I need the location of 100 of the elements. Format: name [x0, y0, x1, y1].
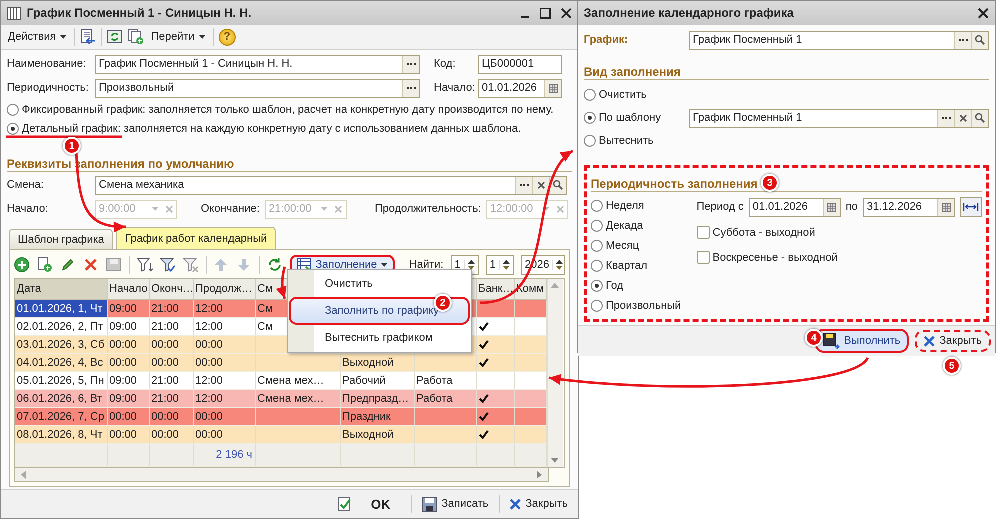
- radio-button[interactable]: По шаблону: [584, 108, 689, 128]
- calendar-button[interactable]: [822, 198, 840, 216]
- radio-button[interactable]: Детальный график: заполняется на каждую конкретную дату с использованием данных шаблона.: [7, 119, 572, 138]
- search-icon: [975, 35, 985, 45]
- floppy-run-icon: [823, 333, 840, 349]
- dots-icon: [958, 38, 968, 42]
- filter-clear-icon[interactable]: [182, 257, 199, 273]
- down-icon: [468, 266, 475, 270]
- radio-button[interactable]: Год: [591, 276, 691, 295]
- period-field[interactable]: Произвольный: [95, 78, 420, 98]
- choose-button[interactable]: [954, 32, 971, 48]
- up-icon: [556, 260, 564, 264]
- refresh-icon[interactable]: [266, 257, 283, 273]
- table-icon: [296, 258, 312, 272]
- help-button[interactable]: ?: [218, 28, 236, 46]
- clear-icon: [960, 114, 966, 122]
- close-button[interactable]: Закрыть: [506, 496, 572, 512]
- column-header[interactable]: Дата: [15, 279, 107, 300]
- copy-add-icon[interactable]: [128, 29, 144, 45]
- caret-icon: [60, 35, 68, 39]
- schedule-field[interactable]: График Посменный 1: [689, 30, 989, 50]
- filter-check-icon[interactable]: [160, 257, 176, 273]
- choose-button[interactable]: [515, 176, 532, 194]
- checkbox[interactable]: Воскресенье - выходной: [696, 248, 982, 267]
- section-heading: Периодичность заполнения: [591, 177, 758, 191]
- radio-button[interactable]: Месяц: [591, 236, 691, 255]
- radio-button[interactable]: Фиксированный график: заполняется только шаблон, расчет на конкретную дату производится по нему.: [7, 100, 572, 119]
- left-icon: [21, 470, 26, 478]
- menu-item[interactable]: Очистить: [289, 273, 470, 295]
- radio-button[interactable]: Очистить: [584, 86, 689, 104]
- radio-button[interactable]: Произвольный: [591, 296, 691, 315]
- calendar-button[interactable]: [544, 80, 561, 96]
- filter-icon[interactable]: [136, 257, 153, 273]
- window-title: Заполнение календарного графика: [584, 6, 795, 20]
- field-label: Начало:: [434, 82, 476, 94]
- clear-icon: [166, 206, 172, 212]
- date-field[interactable]: 01.01.2026: [478, 78, 562, 98]
- pencil-icon[interactable]: [60, 257, 76, 273]
- total-cell: 2 196 ч: [193, 444, 255, 466]
- tab[interactable]: График работ календарный: [116, 227, 276, 249]
- close-icon[interactable]: [561, 8, 572, 18]
- dots-icon: [406, 62, 416, 66]
- checkbox[interactable]: Суббота - выходной: [696, 223, 982, 242]
- close-icon[interactable]: [978, 8, 989, 18]
- up-icon: [551, 283, 559, 288]
- actions-menu[interactable]: Действия: [6, 29, 70, 45]
- add-icon[interactable]: [14, 257, 30, 273]
- clear-icon: [335, 206, 342, 212]
- clear-button[interactable]: [954, 110, 971, 126]
- date-field[interactable]: 31.12.2026: [863, 198, 955, 216]
- goto-menu[interactable]: Перейти: [149, 29, 208, 45]
- template-field[interactable]: График Посменный 1: [689, 108, 989, 128]
- column-header[interactable]: Банк…: [476, 279, 514, 300]
- search-button[interactable]: [971, 32, 988, 48]
- dropdown-icon: [152, 207, 158, 211]
- delete-icon[interactable]: [83, 257, 99, 273]
- search-button[interactable]: [971, 110, 988, 126]
- choose-button[interactable]: [937, 110, 954, 126]
- step-badge: 5: [943, 357, 961, 375]
- list-arrow-icon[interactable]: [80, 29, 96, 45]
- choose-button[interactable]: [402, 56, 419, 72]
- column-header[interactable]: Начало: [107, 279, 149, 300]
- number-spinner[interactable]: 1: [486, 255, 514, 275]
- ok-button[interactable]: OK: [324, 494, 405, 514]
- field-label: Начало:: [7, 203, 50, 215]
- clear-button[interactable]: [532, 176, 549, 194]
- choose-button[interactable]: [402, 80, 419, 96]
- radio-button[interactable]: Квартал: [591, 256, 691, 275]
- up-icon: [502, 260, 510, 264]
- code-field[interactable]: ЦБ000001: [478, 54, 562, 74]
- field-label: График:: [584, 34, 630, 46]
- down-icon: [551, 458, 559, 463]
- radio-button[interactable]: Декада: [591, 216, 691, 235]
- dots-icon: [942, 116, 950, 120]
- period-button[interactable]: [960, 197, 982, 217]
- field-label: по: [846, 201, 858, 213]
- close-icon: [924, 336, 935, 346]
- name-field[interactable]: График Посменный 1 - Синицын Н. Н.: [95, 54, 420, 74]
- date-field[interactable]: 01.01.2026: [748, 198, 841, 216]
- save-icon[interactable]: [106, 257, 122, 273]
- close-button[interactable]: Закрыть: [914, 330, 991, 352]
- right-icon: [537, 470, 542, 478]
- radio-button[interactable]: Вытеснить: [584, 132, 689, 150]
- down-icon: [502, 266, 510, 270]
- calendar-button[interactable]: [937, 198, 954, 216]
- column-header[interactable]: Продолж…: [193, 279, 255, 300]
- refresh-icon[interactable]: [107, 29, 124, 45]
- dropdown-icon: [542, 207, 550, 211]
- save-button[interactable]: Записать: [418, 494, 493, 514]
- radio-button[interactable]: Неделя: [591, 196, 691, 215]
- clear-icon: [538, 182, 544, 188]
- section-heading: Вид заполнения: [584, 65, 681, 79]
- table-cell: 01.01.2026, 1, Чт: [15, 300, 107, 318]
- shift-field[interactable]: Смена механика: [95, 176, 567, 194]
- horizontal-scrollbar[interactable]: [14, 468, 549, 482]
- maximize-icon[interactable]: [540, 8, 551, 18]
- search-icon: [553, 180, 563, 190]
- vertical-scrollbar[interactable]: [546, 279, 562, 467]
- document-add-icon[interactable]: [37, 257, 53, 273]
- tab[interactable]: Шаблон графика: [9, 229, 114, 249]
